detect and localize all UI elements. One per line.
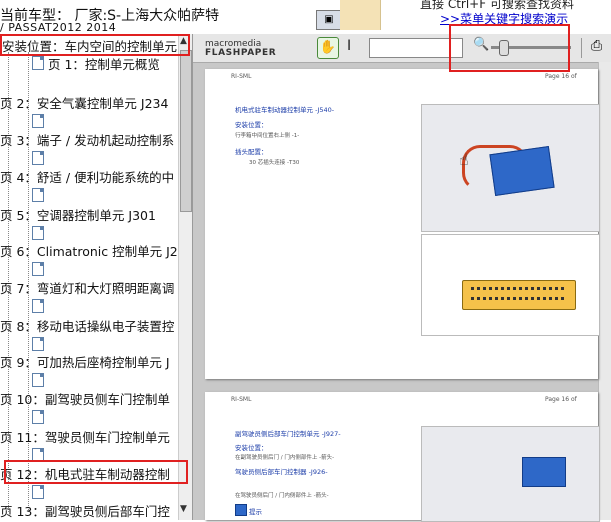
page-header-left: RI-SML	[231, 73, 252, 80]
page-header-right: Page 16 of	[545, 396, 577, 403]
toolbar-divider	[581, 38, 582, 58]
connector-pin-row	[471, 297, 567, 300]
tree-scroll-thumb[interactable]	[180, 50, 192, 212]
tree-item-page-8[interactable]: 页 8：移动电话操纵电子装置控	[0, 316, 178, 334]
document-page-1: RI-SML Page 16 of 机电式驻车制动器控制单元 -J540- 安装…	[205, 69, 600, 379]
tree-item-page-2[interactable]: 页 2：安全气囊控制单元 J234	[0, 93, 178, 111]
document-viewer: macromedia FLASHPAPER ✋ I 🔍 ⎙ RI-SML Pag…	[193, 24, 611, 522]
print-icon[interactable]: ⎙	[591, 38, 602, 54]
module-location-photo	[421, 104, 600, 232]
document-icon	[32, 373, 44, 387]
door-module-photo	[421, 426, 600, 522]
document-icon	[32, 188, 44, 202]
tree-item-page-13[interactable]: 页 13：副驾驶员侧后部车门控	[0, 501, 178, 519]
toc-tree: 安装位置：车内空间的控制单元 页 1：控制单元概览 页 2：安全气囊控制单元 J…	[0, 34, 193, 520]
tree-item-page-4[interactable]: 页 4：舒适 / 便利功能系统的中	[0, 167, 178, 185]
tree-item-page-6[interactable]: 页 6：Climatronic 控制单元 J2	[0, 241, 178, 259]
page-section-title: 副驾驶员侧后部车门控制单元 -J927-	[235, 430, 341, 438]
note-label: 提示	[249, 508, 262, 516]
window-restore-icon[interactable]: ▣	[316, 10, 342, 30]
tree-item-page-3[interactable]: 页 3：端子 / 发动机起动控制系	[0, 130, 178, 148]
document-icon	[32, 299, 44, 313]
highlight-zoom-controls	[449, 24, 570, 72]
plug-config-text: 30 芯插头连接 -T30	[249, 160, 300, 166]
tree-item-page-7[interactable]: 页 7：弯道灯和大灯照明距离调	[0, 278, 178, 296]
install-location-text: 行李箱中间位置右上侧 -1-	[235, 133, 300, 139]
document-icon	[32, 114, 44, 128]
tree-item-page-1[interactable]: 页 1：控制单元概览	[48, 54, 178, 72]
install-location-label: 安装位置：	[235, 444, 268, 452]
page-section-title: 驾驶员侧后部车门控制器 -J926-	[235, 468, 328, 476]
window-title-area: 当前车型： 厂家:S-上海大众帕萨特 / PASSAT2012 2014 ▣	[0, 0, 342, 34]
tree-item-page-9[interactable]: 页 9：可加热后座椅控制单元 J	[0, 352, 178, 370]
connector-pin-row	[471, 287, 567, 290]
document-icon	[32, 56, 44, 70]
scroll-down-arrow-icon[interactable]: ▼	[180, 504, 187, 514]
document-icon	[32, 226, 44, 240]
install-location-text: 在驾驶员侧后门 / 门内侧部件上 -箭头-	[235, 493, 329, 499]
current-model-subtitle: / PASSAT2012 2014	[0, 21, 117, 34]
document-icon	[32, 151, 44, 165]
document-page-2: RI-SML Page 16 of 副驾驶员侧后部车门控制单元 -J927- 安…	[205, 392, 600, 522]
hand-tool-icon[interactable]: ✋	[317, 37, 339, 59]
page-section-title: 机电式驻车制动器控制单元 -J540-	[235, 106, 335, 114]
tree-scrollbar[interactable]: ▲ ▼	[178, 34, 192, 520]
page-header-right: Page 16 of	[545, 73, 577, 80]
plug-config-label: 插头配置：	[235, 148, 268, 156]
parking-brake-module	[489, 146, 555, 196]
connector-diagram	[421, 234, 600, 336]
document-icon	[32, 337, 44, 351]
highlight-page-12-row	[4, 460, 188, 484]
document-icon	[32, 262, 44, 276]
highlight-location-row	[0, 34, 190, 56]
info-icon	[235, 504, 247, 516]
tree-item-page-10[interactable]: 页 10：副驾驶员侧车门控制单	[0, 389, 178, 407]
document-icon	[32, 485, 44, 499]
banner-icon	[340, 0, 381, 30]
tree-item-page-11[interactable]: 页 11：驾驶员侧车门控制单元	[0, 427, 178, 445]
door-control-module	[522, 457, 566, 487]
hand-cursor-icon: ☝	[459, 150, 469, 169]
install-location-label: 安装位置：	[235, 121, 268, 129]
install-location-text: 在副驾驶员侧后门 / 门内侧部件上 -箭头-	[235, 455, 335, 461]
tree-item-page-5[interactable]: 页 5：空调器控制单元 J301	[0, 205, 178, 223]
text-select-tool-icon[interactable]: I	[347, 38, 351, 54]
document-icon	[32, 410, 44, 424]
connector-t30	[462, 280, 576, 310]
page-header-left: RI-SML	[231, 396, 252, 403]
flashpaper-logo-text: FLASHPAPER	[205, 48, 277, 58]
